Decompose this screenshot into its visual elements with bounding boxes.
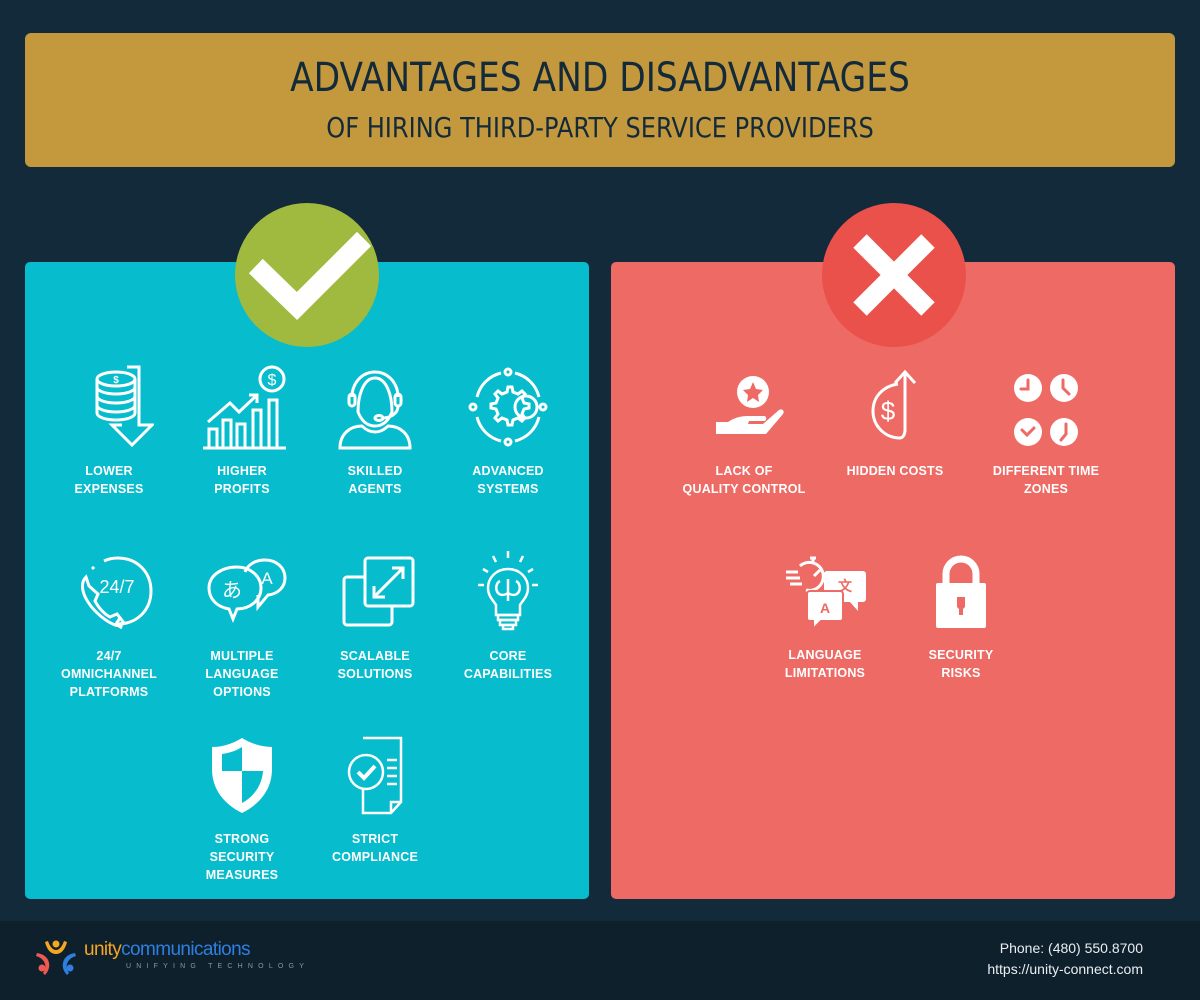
disadvantage-label: LANGUAGE LIMITATIONS (784, 648, 866, 680)
phone-number: Phone: (480) 550.8700 (999, 940, 1143, 956)
disadvantage-item: 文 A LANGUAGE LIMITATIONS (760, 546, 890, 682)
advantage-label: CORE CAPABILITIES (463, 649, 553, 681)
svg-text:あ: あ (222, 578, 242, 602)
advantage-label: MULTIPLE LANGUAGE OPTIONS (205, 649, 279, 699)
svg-text:24/7: 24/7 (99, 577, 134, 597)
cross-icon (853, 234, 935, 316)
svg-text:$: $ (268, 372, 277, 389)
advantage-item: STRICT COMPLIANCE (310, 730, 440, 866)
svg-text:$: $ (113, 375, 119, 386)
advantage-item: CORE CAPABILITIES (443, 547, 573, 683)
advantage-item: SKILLED AGENTS (310, 362, 440, 498)
advantage-item: STRONG SECURITY MEASURES (177, 730, 307, 884)
timer-translate-icon: 文 A (786, 556, 866, 632)
svg-text:$: $ (881, 396, 896, 426)
unity-logo-icon (36, 940, 76, 975)
advantage-label: SCALABLE SOLUTIONS (337, 649, 413, 681)
advantage-label: STRICT COMPLIANCE (331, 832, 419, 864)
padlock-icon (936, 555, 986, 628)
contact-info: Phone: (480) 550.8700 https://unity-conn… (987, 938, 1143, 980)
disadvantages-badge (822, 203, 966, 347)
disadvantage-item: DIFFERENT TIME ZONES (981, 362, 1111, 498)
coins-down-arrow-icon: $ (95, 365, 154, 448)
advantage-label: SKILLED AGENTS (347, 464, 403, 496)
brand-name: unitycommunications (84, 939, 251, 961)
page-subtitle: OF HIRING THIRD-PARTY SERVICE PROVIDERS (326, 111, 874, 144)
gear-cycle-icon (468, 367, 548, 447)
advantage-label: ADVANCED SYSTEMS (472, 464, 544, 496)
brand-tagline: UNIFYING TECHNOLOGY (126, 963, 310, 970)
disadvantage-item: SECURITY RISKS (896, 546, 1026, 682)
advantage-item: $ HIGHER PROFITS (177, 362, 307, 498)
website-link[interactable]: https://unity-connect.com (987, 959, 1143, 980)
speech-bubbles-language-icon: あ A (207, 558, 287, 624)
advantage-item: $ LOWER EXPENSES (44, 362, 174, 498)
advantage-item: 24/7 24/7 OMNICHANNEL PLATFORMS (44, 547, 174, 701)
brand-unity: unity (84, 939, 122, 960)
shield-icon (212, 738, 272, 813)
brand-communications: communications (121, 939, 251, 960)
document-check-icon (347, 736, 403, 815)
advantages-badge (235, 203, 379, 347)
disadvantage-label: DIFFERENT TIME ZONES (992, 464, 1100, 496)
advantage-label: STRONG SECURITY MEASURES (205, 832, 279, 882)
clocks-icon (1014, 374, 1078, 446)
checkmark-icon (248, 231, 372, 321)
advantage-label: HIGHER PROFITS (214, 464, 270, 496)
scale-squares-icon (342, 556, 415, 627)
disadvantage-item: LACK OF QUALITY CONTROL (679, 362, 809, 498)
advantage-label: LOWER EXPENSES (74, 464, 144, 496)
svg-text:A: A (820, 600, 830, 616)
svg-text:A: A (261, 569, 273, 588)
hand-star-icon (716, 376, 784, 434)
advantage-label: 24/7 OMNICHANNEL PLATFORMS (61, 649, 157, 699)
disadvantage-item: $ HIDDEN COSTS (830, 362, 960, 480)
footer: unitycommunications UNIFYING TECHNOLOGY … (0, 921, 1200, 1000)
dollar-arrow-up-icon: $ (871, 369, 917, 440)
lightbulb-brain-icon (478, 551, 538, 631)
title-banner: ADVANTAGES AND DISADVANTAGES OF HIRING T… (25, 33, 1175, 167)
page-title: ADVANTAGES AND DISADVANTAGES (290, 55, 910, 101)
disadvantage-label: HIDDEN COSTS (846, 464, 944, 478)
disadvantage-label: LACK OF QUALITY CONTROL (682, 464, 806, 496)
advantage-item: SCALABLE SOLUTIONS (310, 547, 440, 683)
growth-chart-dollar-icon: $ (203, 365, 286, 450)
headset-agent-icon (338, 370, 412, 450)
advantage-item: ADVANCED SYSTEMS (443, 362, 573, 498)
advantage-item: あ A MULTIPLE LANGUAGE OPTIONS (177, 547, 307, 701)
phone-24-7-icon: 24/7 (81, 556, 153, 630)
disadvantages-panel (611, 262, 1175, 899)
disadvantage-label: SECURITY RISKS (928, 648, 994, 680)
